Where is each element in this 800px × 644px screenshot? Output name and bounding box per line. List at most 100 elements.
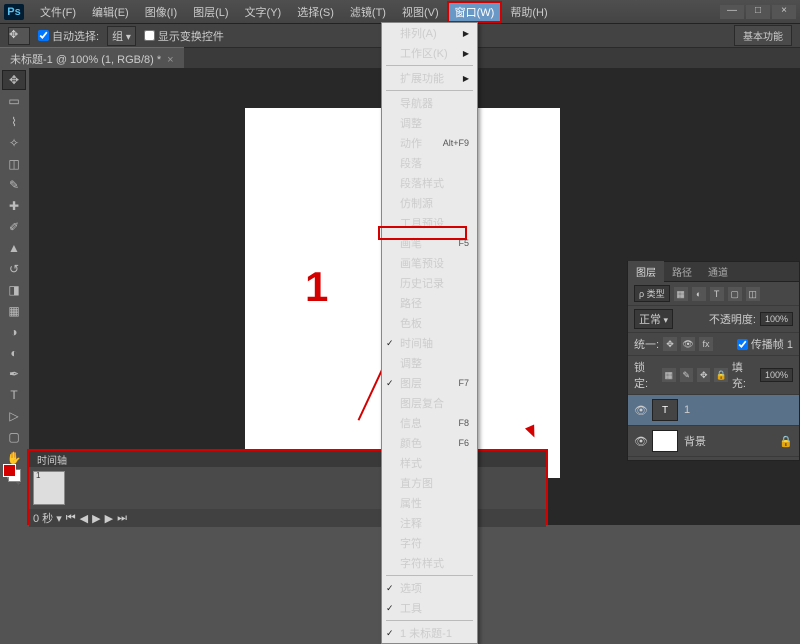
filter-shape-icon[interactable]: ▢ — [728, 287, 742, 301]
menu-dropdown-item[interactable]: 注释 — [382, 513, 477, 533]
visibility-icon[interactable]: 👁 — [634, 435, 646, 447]
canvas-text-layer[interactable]: 1 — [305, 263, 328, 311]
unify-position-icon[interactable]: ✥ — [663, 337, 677, 351]
crop-tool[interactable]: ◫ — [2, 154, 26, 174]
menu-dropdown-item[interactable]: 调整 — [382, 353, 477, 373]
filter-adjust-icon[interactable]: ◐ — [692, 287, 706, 301]
visibility-icon[interactable]: 👁 — [634, 404, 646, 416]
stamp-tool[interactable]: ▲ — [2, 238, 26, 258]
menu-dropdown-item[interactable]: 历史记录 — [382, 273, 477, 293]
menu-item[interactable]: 图层(L) — [185, 1, 236, 23]
filter-pixel-icon[interactable]: ▦ — [674, 287, 688, 301]
menu-dropdown-item[interactable]: 导航器 — [382, 93, 477, 113]
type-tool[interactable]: T — [2, 385, 26, 405]
menu-item[interactable]: 窗口(W) — [447, 1, 503, 23]
menu-dropdown-item[interactable]: 字符样式 — [382, 553, 477, 573]
blur-tool[interactable]: ◑ — [2, 322, 26, 342]
layers-tab[interactable]: 图层 — [628, 261, 664, 282]
propagate-checkbox[interactable]: 传播帧 1 — [737, 336, 793, 352]
show-transform-checkbox[interactable]: 显示变换控件 — [144, 28, 224, 44]
menu-dropdown-item[interactable]: 排列(A)▶ — [382, 23, 477, 43]
menu-dropdown-item[interactable]: 段落样式 — [382, 173, 477, 193]
menu-dropdown-item[interactable]: 颜色F6 — [382, 433, 477, 453]
window-maximize[interactable]: □ — [746, 5, 770, 19]
gradient-tool[interactable]: ▦ — [2, 301, 26, 321]
play-prev-icon[interactable]: ◀ — [80, 512, 88, 525]
auto-select-dropdown[interactable]: 组 ▾ — [107, 26, 136, 46]
workspace-switcher[interactable]: 基本功能 — [734, 25, 792, 46]
menu-item[interactable]: 滤镜(T) — [342, 1, 394, 23]
menu-dropdown-item[interactable]: 仿制源 — [382, 193, 477, 213]
window-close[interactable]: × — [772, 5, 796, 19]
menu-dropdown-item[interactable]: 路径 — [382, 293, 477, 313]
menu-dropdown-item[interactable]: 1 未标题-1 — [382, 623, 477, 643]
channels-tab[interactable]: 通道 — [700, 261, 736, 282]
lasso-tool[interactable]: ⌇ — [2, 112, 26, 132]
layer-name[interactable]: 背景 — [684, 433, 706, 449]
menu-dropdown-item[interactable]: 直方图 — [382, 473, 477, 493]
menu-dropdown-item[interactable]: 选项 — [382, 578, 477, 598]
paths-tab[interactable]: 路径 — [664, 261, 700, 282]
menu-dropdown-item[interactable]: 图层F7 — [382, 373, 477, 393]
dodge-tool[interactable]: ◐ — [2, 343, 26, 363]
menu-dropdown-item[interactable]: 段落 — [382, 153, 477, 173]
auto-select-checkbox[interactable]: 自动选择: — [38, 28, 99, 44]
color-swatches[interactable] — [3, 464, 21, 482]
path-tool[interactable]: ▷ — [2, 406, 26, 426]
lock-pos-icon[interactable]: ✥ — [697, 368, 710, 382]
play-icon[interactable]: ▶ — [92, 512, 100, 525]
document-tab[interactable]: 未标题-1 @ 100% (1, RGB/8) *× — [0, 47, 184, 70]
menu-dropdown-item[interactable]: 时间轴 — [382, 333, 477, 353]
menu-item[interactable]: 帮助(H) — [502, 1, 555, 23]
layer-name[interactable]: 1 — [684, 404, 690, 416]
pen-tool[interactable]: ✒ — [2, 364, 26, 384]
move-tool-icon[interactable]: ✥ — [8, 27, 30, 45]
shape-tool[interactable]: ▢ — [2, 427, 26, 447]
timeline-tab[interactable]: 时间轴 — [29, 450, 75, 469]
menu-dropdown-item[interactable]: 工具 — [382, 598, 477, 618]
filter-type-icon[interactable]: T — [710, 287, 724, 301]
fill-value[interactable]: 100% — [760, 368, 793, 382]
window-minimize[interactable]: — — [720, 5, 744, 19]
filter-smart-icon[interactable]: ◫ — [746, 287, 760, 301]
menu-dropdown-item[interactable]: 扩展功能▶ — [382, 68, 477, 88]
menu-item[interactable]: 文件(F) — [32, 1, 84, 23]
history-brush-tool[interactable]: ↺ — [2, 259, 26, 279]
wand-tool[interactable]: ✧ — [2, 133, 26, 153]
menu-dropdown-item[interactable]: 字符 — [382, 533, 477, 553]
menu-dropdown-item[interactable]: 动作Alt+F9 — [382, 133, 477, 153]
timeline-frame[interactable]: 1 — [33, 471, 65, 505]
play-last-icon[interactable]: ⏭ — [117, 512, 127, 525]
layer-row-text[interactable]: 👁 T 1 — [628, 395, 799, 426]
lock-pixel-icon[interactable]: ✎ — [680, 368, 693, 382]
play-first-icon[interactable]: ⏮ — [66, 512, 76, 525]
menu-dropdown-item[interactable]: 属性 — [382, 493, 477, 513]
brush-tool[interactable]: ✐ — [2, 217, 26, 237]
menu-dropdown-item[interactable]: 调整 — [382, 113, 477, 133]
opacity-value[interactable]: 100% — [760, 312, 793, 326]
heal-tool[interactable]: ✚ — [2, 196, 26, 216]
marquee-tool[interactable]: ▭ — [2, 91, 26, 111]
play-next-icon[interactable]: ▶ — [105, 512, 113, 525]
lock-all-icon[interactable]: 🔒 — [714, 368, 727, 382]
menu-item[interactable]: 图像(I) — [137, 1, 185, 23]
menu-item[interactable]: 编辑(E) — [84, 1, 137, 23]
blend-mode-dropdown[interactable]: 正常 ▾ — [634, 309, 673, 329]
layer-row-background[interactable]: 👁 背景 🔒 — [628, 426, 799, 457]
eyedropper-tool[interactable]: ✎ — [2, 175, 26, 195]
filter-kind-dropdown[interactable]: ρ 类型 — [634, 285, 670, 302]
menu-dropdown-item[interactable]: 色板 — [382, 313, 477, 333]
menu-dropdown-item[interactable]: 工作区(K)▶ — [382, 43, 477, 63]
menu-dropdown-item[interactable]: 图层复合 — [382, 393, 477, 413]
unify-visibility-icon[interactable]: 👁 — [681, 337, 695, 351]
eraser-tool[interactable]: ◨ — [2, 280, 26, 300]
foreground-color[interactable] — [3, 464, 16, 477]
menu-item[interactable]: 选择(S) — [289, 1, 342, 23]
menu-dropdown-item[interactable]: 信息F8 — [382, 413, 477, 433]
unify-style-icon[interactable]: fx — [699, 337, 713, 351]
menu-dropdown-item[interactable]: 样式 — [382, 453, 477, 473]
menu-dropdown-item[interactable]: 画笔预设 — [382, 253, 477, 273]
lock-trans-icon[interactable]: ▦ — [662, 368, 675, 382]
menu-item[interactable]: 文字(Y) — [237, 1, 290, 23]
move-tool[interactable]: ✥ — [2, 70, 26, 90]
